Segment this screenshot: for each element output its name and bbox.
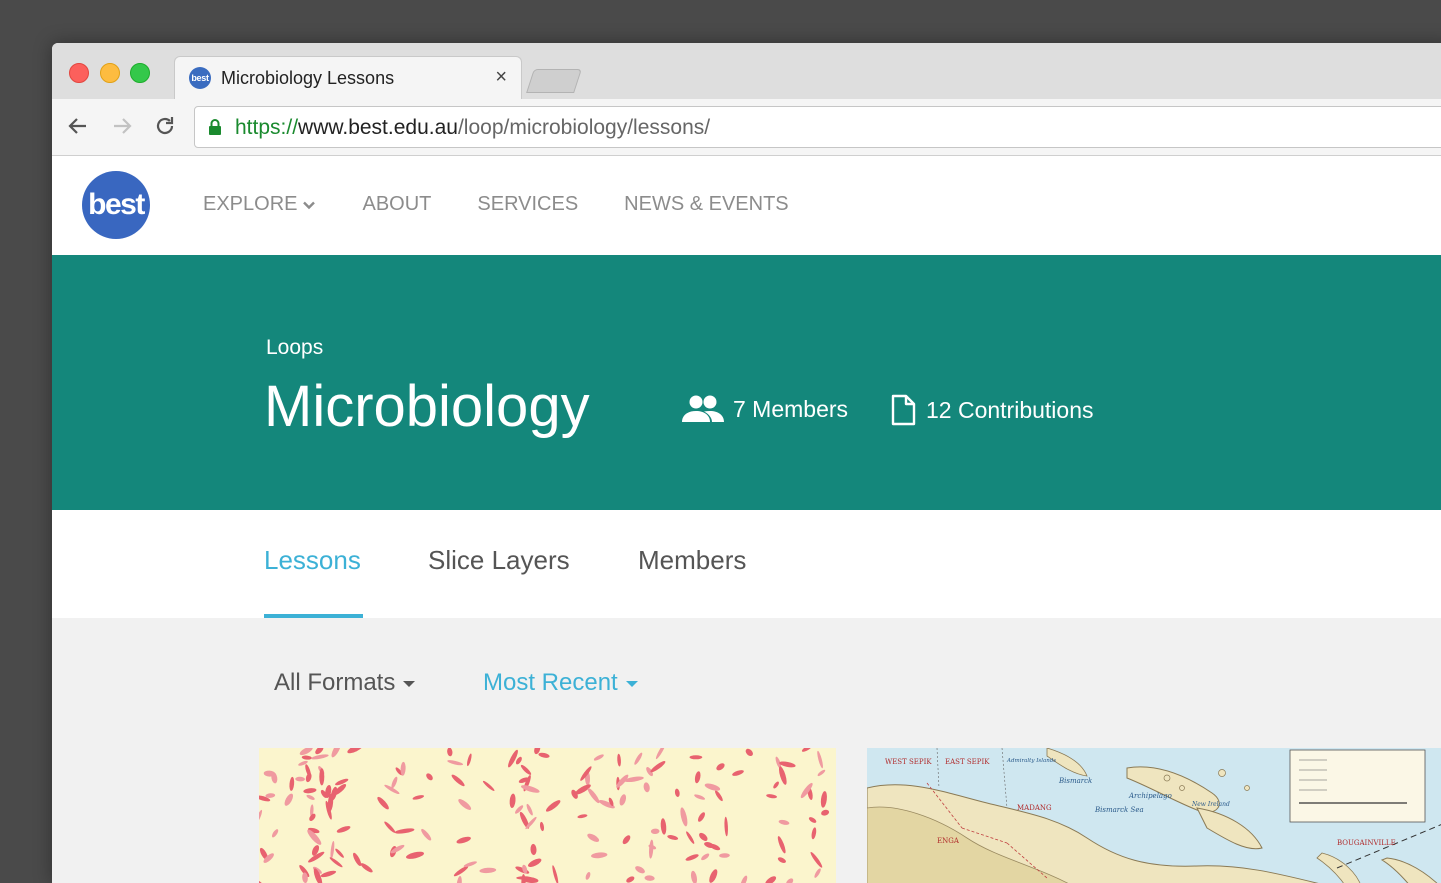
- url-host: www.best.edu.au: [298, 116, 458, 139]
- tab-lessons[interactable]: Lessons: [264, 545, 361, 576]
- reload-icon: [156, 117, 174, 135]
- contributions-stat[interactable]: 12 Contributions: [888, 394, 1094, 426]
- map-label-madang: MADANG: [1017, 804, 1052, 812]
- bacteria-micrograph-image: [259, 748, 836, 883]
- map-label-east-sepik: EAST SEPIK: [945, 758, 990, 766]
- nav-about[interactable]: ABOUT: [362, 193, 431, 216]
- members-stat[interactable]: 7 Members: [681, 394, 848, 424]
- favicon-icon: best: [189, 67, 211, 89]
- page-title: Microbiology: [264, 374, 590, 439]
- url-path: /loop/microbiology/lessons/: [457, 116, 711, 139]
- loop-hero-banner: Loops Microbiology 7 Members 12 Contribu…: [52, 255, 1441, 510]
- lock-icon: [209, 119, 221, 135]
- new-tab-button[interactable]: [526, 69, 582, 93]
- nav-services[interactable]: SERVICES: [477, 193, 578, 216]
- bacterium-shape: [689, 755, 703, 760]
- best-logo[interactable]: best: [82, 171, 150, 239]
- map-label-archipelago: Archipelago: [1128, 792, 1172, 800]
- lesson-card-bacteria[interactable]: [259, 748, 836, 883]
- url-scheme: https://: [235, 116, 299, 139]
- browser-toolbar: https://www.best.edu.au/loop/microbiolog…: [52, 99, 1441, 156]
- sort-label: Most Recent: [483, 669, 618, 696]
- map-label-admiralty: Admiralty Islands: [1006, 758, 1056, 764]
- map-label-bougainville: BOUGAINVILLE: [1337, 839, 1396, 847]
- back-button[interactable]: [65, 113, 91, 139]
- map-label-bismarck: Bismarck: [1058, 777, 1092, 785]
- bacterium-shape: [319, 768, 325, 786]
- map-label-new-ireland: New Ireland: [1191, 801, 1230, 808]
- nav-explore-label: EXPLORE: [203, 193, 298, 215]
- browser-window: best Microbiology Lessons × https://www.…: [52, 43, 1441, 883]
- members-count: 7 Members: [733, 395, 849, 422]
- close-window-button[interactable]: [69, 63, 89, 83]
- sort-dropdown[interactable]: Most Recent: [483, 669, 638, 697]
- browser-tab[interactable]: best Microbiology Lessons ×: [174, 56, 522, 101]
- caret-down-icon: [403, 681, 416, 687]
- tab-title: Microbiology Lessons: [221, 68, 395, 88]
- arrow-right-icon: [114, 118, 132, 134]
- format-filter-dropdown[interactable]: All Formats: [274, 669, 416, 697]
- address-bar[interactable]: https://www.best.edu.au/loop/microbiolog…: [194, 106, 1441, 148]
- lessons-content: All Formats Most Recent WEST SEPIK EAST …: [52, 618, 1441, 883]
- nav-news-events[interactable]: NEWS & EVENTS: [624, 193, 788, 216]
- close-tab-icon[interactable]: ×: [495, 66, 507, 89]
- map-label-west-sepik: WEST SEPIK: [885, 758, 932, 766]
- loop-tabs: Lessons Slice Layers Members: [52, 510, 1441, 619]
- map-label-enga: ENGA: [937, 837, 960, 845]
- format-filter-label: All Formats: [274, 669, 396, 696]
- tab-strip: best Microbiology Lessons ×: [52, 43, 1441, 101]
- minimize-window-button[interactable]: [100, 63, 120, 83]
- arrow-left-icon: [68, 118, 86, 134]
- breadcrumb[interactable]: Loops: [266, 336, 323, 360]
- map-label-bismarck-sea: Bismarck Sea: [1094, 806, 1144, 814]
- document-icon: [891, 394, 916, 426]
- caret-down-icon: [625, 681, 638, 687]
- reload-button[interactable]: [152, 113, 178, 139]
- contributions-count: 12 Contributions: [926, 396, 1094, 423]
- tab-members[interactable]: Members: [638, 545, 746, 576]
- site-header: best EXPLORE ABOUT SERVICES NEWS & EVENT…: [52, 156, 1441, 255]
- main-nav: EXPLORE ABOUT SERVICES NEWS & EVENTS: [203, 193, 835, 216]
- nav-explore[interactable]: EXPLORE: [203, 193, 316, 216]
- url-text: https://www.best.edu.au/loop/microbiolog…: [235, 116, 710, 140]
- maximize-window-button[interactable]: [130, 63, 150, 83]
- tab-slice-layers[interactable]: Slice Layers: [428, 545, 570, 576]
- forward-button[interactable]: [109, 113, 135, 139]
- chevron-down-icon: [303, 201, 316, 209]
- members-icon: [682, 395, 724, 422]
- lesson-card-map[interactable]: WEST SEPIK EAST SEPIK MADANG Bismarck Se…: [867, 748, 1441, 883]
- map-image: WEST SEPIK EAST SEPIK MADANG Bismarck Se…: [867, 748, 1441, 883]
